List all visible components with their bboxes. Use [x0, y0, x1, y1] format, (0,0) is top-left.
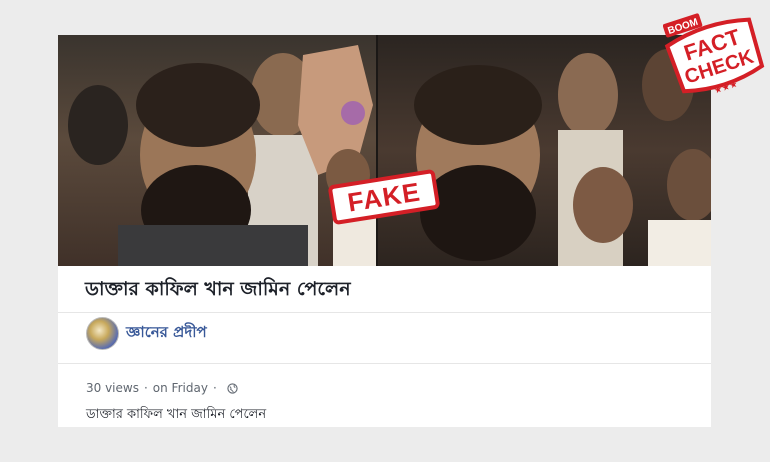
globe-icon[interactable]	[227, 382, 238, 394]
post-title[interactable]: ডাক্তার কাফিল খান জামিন পেলেন	[85, 275, 351, 307]
meta-separator: ·	[212, 381, 217, 395]
post-meta: 30 views · on Friday ·	[86, 381, 238, 395]
page-avatar[interactable]	[86, 317, 119, 350]
divider	[58, 312, 711, 313]
divider	[58, 363, 711, 364]
video-thumbnail[interactable]: FAKE	[58, 35, 711, 266]
video-post-card: FAKE ডাক্তার কাফিল খান জামিন পেলেন জ্ঞান…	[58, 35, 711, 427]
fact-check-badge: FACT CHECK BOOM ★★★	[663, 13, 765, 97]
post-time[interactable]: on Friday	[153, 381, 208, 395]
speaker-scene-right	[414, 49, 711, 266]
video-frame-left	[58, 35, 376, 266]
video-frame-right	[378, 35, 711, 266]
speaker-scene-left	[68, 45, 376, 266]
post-description: ডাক্তার কাফিল খান জামিন পেলেন	[86, 407, 267, 422]
view-count: 30 views	[86, 381, 139, 395]
meta-separator: ·	[143, 381, 148, 395]
page-name-link[interactable]: জ্ঞানের প্রদীপ	[126, 321, 207, 346]
page-info[interactable]: জ্ঞানের প্রদীপ	[86, 317, 207, 350]
fake-stamp-label: FAKE	[345, 175, 423, 218]
